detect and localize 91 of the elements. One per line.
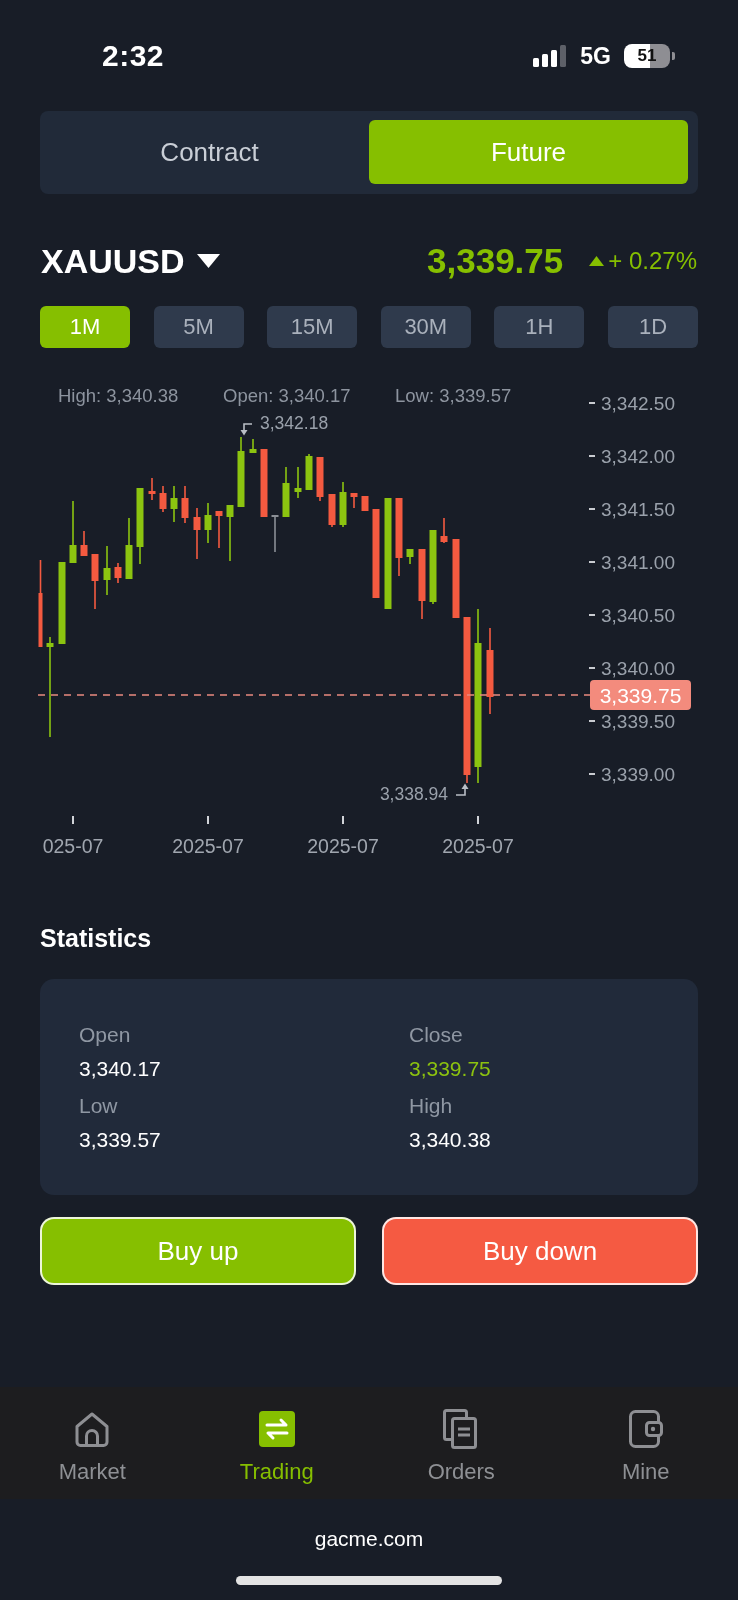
falling-candle xyxy=(440,517,448,544)
rising-candle xyxy=(294,466,302,499)
rising-candle xyxy=(282,466,290,518)
nav-item[interactable]: Market xyxy=(0,1387,185,1499)
x-axis-label: 2025-07 xyxy=(172,835,244,857)
axis-tick xyxy=(477,815,479,825)
signal-icon xyxy=(533,45,568,67)
price-change: + 0.27% xyxy=(608,247,697,275)
y-axis-label: 3,341.50 xyxy=(601,499,675,520)
y-axis-label: 3,342.00 xyxy=(601,446,675,467)
interval-button[interactable]: 15M xyxy=(267,306,358,348)
falling-candle xyxy=(316,456,324,502)
stat-label: Open xyxy=(79,1022,132,1048)
y-axis-label: 3,341.00 xyxy=(601,552,675,573)
axis-tick xyxy=(588,720,596,722)
rising-candle xyxy=(237,436,245,508)
y-axis-label: 3,340.00 xyxy=(601,658,675,679)
rising-candle xyxy=(103,545,111,596)
interval-button[interactable]: 1D xyxy=(607,306,698,348)
falling-candle xyxy=(361,495,369,512)
falling-candle xyxy=(181,485,189,524)
stat-value: 3,339.57 xyxy=(79,1127,162,1153)
caret-down-icon xyxy=(196,254,220,268)
nav-item[interactable]: Mine xyxy=(553,1387,738,1499)
rising-candle xyxy=(170,485,178,523)
site-domain: gacme.com xyxy=(314,1526,424,1552)
stat-value: 3,340.38 xyxy=(409,1127,492,1153)
falling-candle xyxy=(350,492,358,509)
falling-candle xyxy=(80,530,88,557)
status-time: 2:32 xyxy=(102,38,165,74)
stat-value: 3,340.17 xyxy=(79,1056,162,1082)
buy-down-button[interactable]: Buy down xyxy=(382,1217,698,1285)
falling-candle xyxy=(328,493,336,528)
axis-tick xyxy=(588,508,596,510)
rising-candle xyxy=(249,438,257,454)
falling-candle xyxy=(159,485,167,513)
falling-candle xyxy=(193,507,201,560)
chart-summary-text: Low: 3,339.57 xyxy=(395,385,512,406)
falling-candle xyxy=(260,448,268,518)
rising-candle xyxy=(69,500,77,564)
stat-value: 3,339.75 xyxy=(409,1056,492,1082)
axis-tick xyxy=(588,614,596,616)
axis-tick xyxy=(588,561,596,563)
axis-tick xyxy=(588,667,596,669)
network-type: 5G xyxy=(580,42,611,70)
axis-tick xyxy=(72,815,74,825)
stat-label: Close xyxy=(409,1022,464,1048)
section-title: Statistics xyxy=(40,924,153,952)
mode-tab[interactable]: Contract xyxy=(50,120,369,184)
falling-candle xyxy=(148,477,156,501)
falling-candle xyxy=(215,510,223,549)
y-axis-label: 3,342.50 xyxy=(601,393,675,414)
last-price: 3,339.75 xyxy=(427,241,564,281)
axis-tick xyxy=(588,773,596,775)
chart-summary-text: Open: 3,340.17 xyxy=(223,385,351,406)
interval-button[interactable]: 5M xyxy=(153,306,244,348)
chart-summary-text: High: 3,340.38 xyxy=(58,385,179,406)
high-marker-label: 3,342.18 xyxy=(260,413,329,433)
battery-indicator: 51 xyxy=(624,44,675,68)
axis-tick xyxy=(207,815,209,825)
x-axis-label: 025-07 xyxy=(42,835,104,857)
interval-button[interactable]: 1H xyxy=(494,306,585,348)
pointer-arrow-icon xyxy=(240,423,253,436)
y-axis-label: 3,339.50 xyxy=(601,711,675,732)
falling-candle xyxy=(114,562,122,584)
rising-candle xyxy=(406,548,414,565)
rising-candle xyxy=(125,517,133,580)
symbol-selector[interactable]: XAUUSD xyxy=(41,241,220,281)
last-price-tag: 3,339.75 xyxy=(590,680,691,710)
interval-button[interactable]: 30M xyxy=(380,306,471,348)
y-axis-label: 3,339.00 xyxy=(601,764,675,785)
x-axis-label: 2025-07 xyxy=(307,835,379,857)
stat-label: Low xyxy=(79,1093,119,1119)
axis-tick xyxy=(588,402,596,404)
rising-candle xyxy=(204,502,212,544)
falling-candle xyxy=(418,548,426,620)
falling-candle xyxy=(91,553,99,610)
rising-candle xyxy=(305,453,313,491)
axis-tick xyxy=(342,815,344,825)
stat-label: High xyxy=(409,1093,454,1119)
axis-tick xyxy=(588,455,596,457)
swap-arrows-icon xyxy=(256,1409,297,1449)
nav-item[interactable]: Trading xyxy=(184,1387,369,1499)
pointer-arrow-icon xyxy=(455,783,469,796)
rising-candle xyxy=(339,481,347,528)
y-axis-label: 3,340.50 xyxy=(601,605,675,626)
flat-candle xyxy=(271,514,279,553)
rising-candle xyxy=(226,504,234,562)
nav-item[interactable]: Orders xyxy=(369,1387,554,1499)
x-axis-label: 2025-07 xyxy=(442,835,514,857)
low-marker-label: 3,338.94 xyxy=(379,784,448,804)
